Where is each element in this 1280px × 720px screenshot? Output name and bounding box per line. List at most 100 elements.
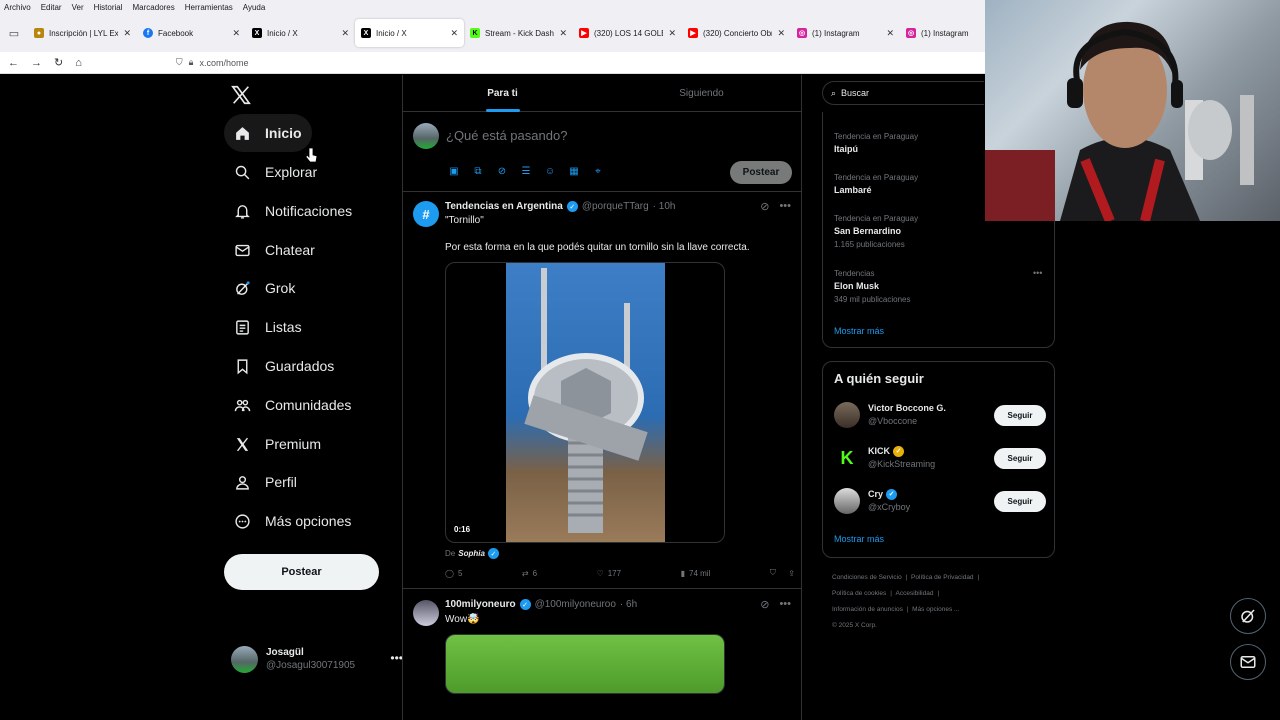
tweet-time[interactable]: · 10h	[653, 201, 676, 212]
show-more-link[interactable]: Mostrar más	[834, 534, 884, 544]
nav-item-inicio[interactable]: Inicio	[224, 114, 312, 152]
home-icon[interactable]: ⌂	[75, 57, 82, 69]
x-logo-icon[interactable]	[230, 84, 252, 106]
follow-button[interactable]: Seguir	[994, 404, 1046, 426]
tweet-time[interactable]: · 6h	[620, 599, 637, 610]
more-dots-icon[interactable]: •••	[779, 200, 791, 213]
post-button[interactable]: Postear	[224, 554, 379, 590]
trend-item[interactable]: Tendencia en Paraguay Itaipú	[834, 130, 918, 156]
menu-item[interactable]: Historial	[94, 3, 123, 12]
menu-item[interactable]: Herramientas	[185, 3, 233, 12]
nav-item-listas[interactable]: Listas	[224, 308, 312, 346]
tweet-video[interactable]: 0:16	[445, 262, 725, 543]
close-icon[interactable]: ✕	[341, 28, 349, 39]
footer-link[interactable]: Más opciones ...	[912, 606, 959, 613]
compose-input[interactable]: ¿Qué está pasando?	[446, 128, 567, 143]
close-icon[interactable]: ✕	[559, 28, 567, 39]
tweet-author-handle[interactable]: @100milyoneuroo	[535, 599, 616, 610]
emoji-icon[interactable]: ☺	[543, 166, 557, 177]
show-more-link[interactable]: Mostrar más	[834, 326, 884, 336]
close-icon[interactable]: ✕	[450, 28, 458, 39]
footer-link[interactable]: Accesibilidad	[896, 590, 934, 597]
bookmark-icon[interactable]: ⛉	[770, 568, 776, 578]
footer-link[interactable]: Política de Privacidad	[911, 574, 974, 581]
follow-suggestion[interactable]: K KICK ✓ @KickStreaming Seguir	[834, 443, 1046, 473]
views-button[interactable]: ▮ 74 mil	[681, 568, 711, 578]
grok-icon[interactable]: ⊘	[495, 166, 509, 177]
footer-link[interactable]: Información de anuncios	[832, 606, 903, 613]
browser-tab[interactable]: ▶ (320) LOS 14 GOLES ✕	[573, 19, 682, 47]
avatar[interactable]	[413, 600, 439, 626]
follow-button[interactable]: Seguir	[994, 447, 1046, 469]
grok-icon[interactable]: ⊘	[760, 200, 769, 213]
image-icon[interactable]: ▣	[447, 166, 461, 177]
avatar[interactable]: #	[413, 201, 439, 227]
follow-suggestion[interactable]: Cry ✓ @xCryboy Seguir	[834, 486, 1046, 516]
nav-item-perfil[interactable]: Perfil	[224, 463, 307, 501]
tweet-author-name[interactable]: 100milyoneuro	[445, 599, 516, 610]
browser-tab[interactable]: X Inicio / X ✕	[246, 19, 355, 47]
more-dots-icon[interactable]: •••	[779, 598, 791, 611]
repost-button[interactable]: ⇄ 6	[522, 568, 537, 578]
tweet[interactable]: # Tendencias en Argentina ✓ @porqueTTarg…	[403, 192, 801, 589]
attribution-name[interactable]: Sophia	[458, 549, 485, 558]
nav-item-guardados[interactable]: Guardados	[224, 347, 344, 385]
tweet[interactable]: 100milyoneuro ✓ @100milyoneuroo · 6h ⊘ •…	[403, 590, 801, 694]
tweet-image[interactable]	[445, 634, 725, 694]
nav-item-notificaciones[interactable]: Notificaciones	[224, 192, 362, 230]
schedule-icon[interactable]: ▦	[567, 166, 581, 177]
tweet-author-name[interactable]: Tendencias en Argentina	[445, 201, 563, 212]
like-button[interactable]: ♡ 177	[597, 568, 622, 578]
footer-link[interactable]: Condiciones de Servicio	[832, 574, 902, 581]
menu-item[interactable]: Marcadores	[133, 3, 175, 12]
share-icon[interactable]: ⇪	[788, 569, 795, 578]
tab-para-ti[interactable]: Para ti	[403, 75, 602, 112]
gif-icon[interactable]: ⧉	[471, 166, 485, 177]
messages-float-button[interactable]	[1230, 644, 1266, 680]
trend-item[interactable]: Tendencias Elon Musk 349 mil publicacion…	[834, 267, 911, 306]
browser-tab[interactable]: f Facebook ✕	[137, 19, 246, 47]
grok-icon[interactable]: ⊘	[760, 598, 769, 611]
menu-item[interactable]: Ver	[72, 3, 84, 12]
footer-link[interactable]: Política de cookies	[832, 590, 886, 597]
nav-item-chatear[interactable]: Chatear	[224, 231, 325, 269]
menu-item[interactable]: Editar	[41, 3, 62, 12]
kick-icon: K	[470, 28, 480, 38]
trend-item[interactable]: Tendencia en Paraguay Lambaré	[834, 171, 918, 197]
follow-suggestion[interactable]: Victor Boccone G. @Vboccone Seguir	[834, 400, 1046, 430]
location-icon[interactable]: ⌖	[591, 166, 605, 177]
close-icon[interactable]: ✕	[886, 28, 894, 39]
more-dots-icon[interactable]: •••	[1033, 268, 1042, 278]
close-icon[interactable]: ✕	[777, 28, 785, 39]
search-input[interactable]: ⌕ Buscar	[822, 81, 984, 105]
browser-tab[interactable]: ▶ (320) Concierto Obr ✕	[682, 19, 791, 47]
trend-item[interactable]: Tendencia en Paraguay San Bernardino 1.1…	[834, 212, 918, 251]
reply-button[interactable]: ◯ 5	[445, 568, 462, 578]
nav-item-premium[interactable]: Premium	[224, 425, 331, 463]
compose-post-button[interactable]: Postear	[730, 161, 792, 184]
nav-item-grok[interactable]: Grok	[224, 269, 305, 307]
nav-item-comunidades[interactable]: Comunidades	[224, 386, 361, 424]
account-switcher[interactable]: Josagül @Josagul30071905 •••	[231, 643, 403, 675]
forward-icon[interactable]: →	[31, 57, 42, 69]
menu-item[interactable]: Archivo	[4, 3, 31, 12]
menu-item[interactable]: Ayuda	[243, 3, 266, 12]
nav-item-mas-opciones[interactable]: Más opciones	[224, 502, 361, 540]
close-icon[interactable]: ✕	[123, 28, 131, 39]
reload-icon[interactable]: ↻	[54, 56, 63, 69]
browser-tab[interactable]: K Stream - Kick Dashb ✕	[464, 19, 573, 47]
who-to-follow-panel: A quién seguir Victor Boccone G. @Vbocco…	[822, 361, 1055, 558]
close-icon[interactable]: ✕	[668, 28, 676, 39]
tweet-author-handle[interactable]: @porqueTTarg	[582, 201, 649, 212]
grok-float-button[interactable]	[1230, 598, 1266, 634]
browser-tab[interactable]: ● Inscripción | LYL Exa ✕	[28, 19, 137, 47]
back-icon[interactable]: ←	[8, 57, 19, 69]
tab-siguiendo[interactable]: Siguiendo	[602, 75, 801, 111]
tab-list-icon[interactable]: ▭	[0, 14, 28, 52]
follow-button[interactable]: Seguir	[994, 490, 1046, 512]
browser-tab[interactable]: ◎ (1) Instagram ✕	[791, 19, 900, 47]
close-icon[interactable]: ✕	[232, 28, 240, 39]
browser-tab-active[interactable]: X Inicio / X ✕	[355, 19, 464, 47]
poll-icon[interactable]: ☰	[519, 166, 533, 177]
address-bar[interactable]: ⛉ 🔒︎ x.com/home	[176, 57, 249, 68]
